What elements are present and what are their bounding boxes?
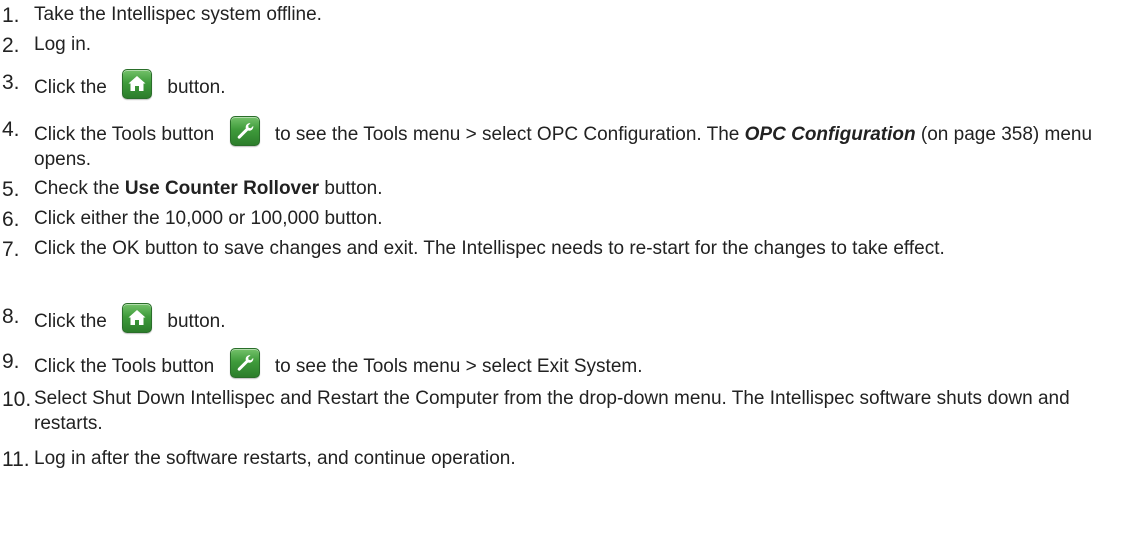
procedure-steps: 1. Take the Intellispec system offline. … (0, 2, 1122, 476)
step-text: Click the Tools button to see the Tools … (34, 116, 1122, 172)
step-8: 8. Click the button. (0, 296, 1122, 341)
step-10: 10. Select Shut Down Intellispec and Res… (0, 386, 1122, 446)
step-text-before: Click the Tools button (34, 124, 215, 145)
step-text: Log in after the software restarts, and … (34, 448, 516, 469)
step-4: 4. Click the Tools button to see the Too… (0, 107, 1122, 176)
step-number: 2. (2, 34, 20, 57)
step-text: Click the button. (34, 69, 1122, 100)
step-3: 3. Click the button. (0, 62, 1122, 107)
step-text-after: button. (167, 311, 226, 332)
step-text-before: Click the Tools button (34, 356, 215, 377)
step-text: Check the Use Counter Rollover button. (34, 176, 1122, 201)
step-text: Take the Intellispec system offline. (34, 4, 322, 25)
step-text: Select Shut Down Intellispec and Restart… (34, 388, 1070, 435)
step-6: 6. Click either the 10,000 or 100,000 bu… (0, 206, 1122, 236)
step-text: Click the Tools button to see the Tools … (34, 348, 1122, 379)
step-number: 9. (2, 350, 20, 373)
step-text-after: to see the Tools menu > select Exit Syst… (274, 356, 643, 377)
opc-configuration-link[interactable]: OPC Configuration (745, 124, 916, 145)
step-7: 7. Click the OK button to save changes a… (0, 236, 1122, 296)
step-11: 11. Log in after the software restarts, … (0, 446, 1122, 476)
step-1: 1. Take the Intellispec system offline. (0, 2, 1122, 32)
step-number: 3. (2, 71, 20, 94)
step-number: 8. (2, 305, 20, 328)
step-number: 5. (2, 178, 20, 201)
step-text-after: button. (324, 178, 383, 199)
document-page: 1. Take the Intellispec system offline. … (0, 0, 1122, 534)
home-icon (122, 69, 153, 99)
home-icon (122, 303, 153, 333)
step-text: Log in. (34, 34, 92, 55)
step-9: 9. Click the Tools button to see the Too… (0, 341, 1122, 386)
step-text-before: Check the (34, 178, 120, 199)
step-number: 7. (2, 238, 20, 261)
step-number: 6. (2, 208, 20, 231)
step-text-before: Click the (34, 311, 107, 332)
step-text: Click the button. (34, 303, 1122, 334)
wrench-icon (229, 116, 260, 146)
step-text-before: Click the (34, 77, 107, 98)
step-5: 5. Check the Use Counter Rollover button… (0, 176, 1122, 206)
step-2: 2. Log in. (0, 32, 1122, 62)
use-counter-rollover-label: Use Counter Rollover (124, 178, 320, 199)
step-number: 10. (2, 388, 32, 411)
wrench-icon (229, 348, 260, 378)
step-text: Click the OK button to save changes and … (34, 238, 945, 259)
step-number: 11. (2, 448, 30, 471)
step-number: 1. (2, 4, 20, 27)
step-number: 4. (2, 118, 20, 141)
step-text-after: button. (167, 77, 226, 98)
step-text-after: to see the Tools menu > select OPC Confi… (274, 124, 740, 145)
step-text: Click either the 10,000 or 100,000 butto… (34, 208, 383, 229)
